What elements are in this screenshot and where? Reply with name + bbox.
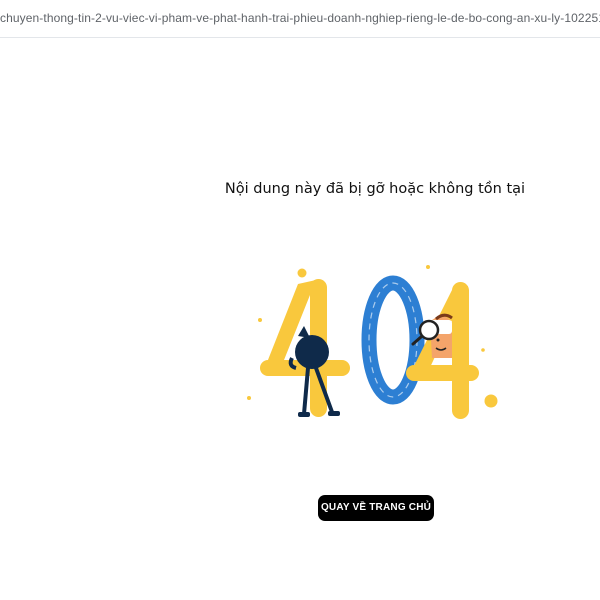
not-found-message: Nội dung này đã bị gỡ hoặc không tồn tại (224, 181, 526, 197)
digit-zero (361, 275, 425, 405)
address-bar-url[interactable]: chuyen-thong-tin-2-vu-viec-vi-pham-ve-ph… (0, 11, 600, 25)
browser-address-bar[interactable]: chuyen-thong-tin-2-vu-viec-vi-pham-ve-ph… (0, 0, 600, 38)
page-viewport: chuyen-thong-tin-2-vu-viec-vi-pham-ve-ph… (0, 0, 600, 600)
decor-dot (258, 318, 262, 322)
404-illustration (247, 265, 498, 419)
decor-dot (247, 396, 251, 400)
decor-dot (426, 265, 430, 269)
back-to-home-button[interactable]: QUAY VỀ TRANG CHỦ (318, 495, 434, 521)
decor-dot (481, 348, 485, 352)
decor-dot (484, 394, 498, 408)
decor-dot (297, 268, 307, 278)
